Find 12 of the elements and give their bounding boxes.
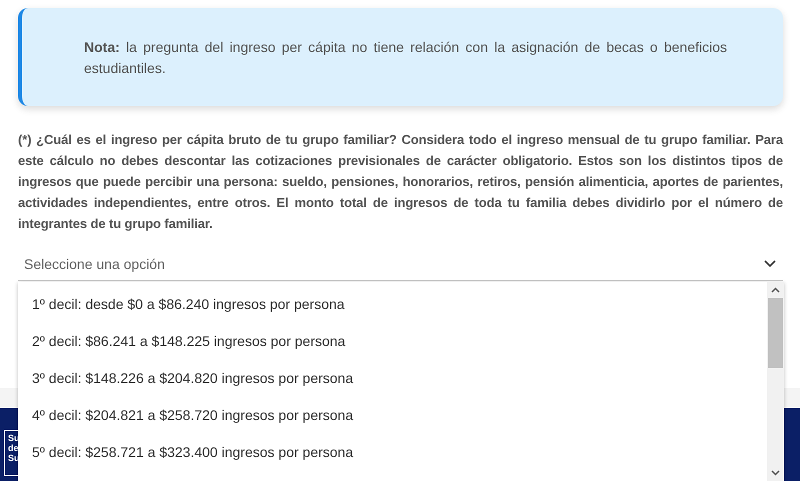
scroll-up-icon[interactable] — [771, 287, 780, 293]
dropdown-option[interactable]: 4º decil: $204.821 a $258.720 ingresos por persona — [18, 396, 767, 433]
chevron-down-icon — [763, 259, 777, 269]
note-text: Nota: la pregunta del ingreso per cápita no tiene relación con la asignación de becas o beneficios estudiantiles. — [84, 38, 727, 78]
question-text: (*) ¿Cuál es el ingreso per cápita bruto de tu grupo familiar? Considera todo el ingreso mensual de tu grupo familiar. Para este cálculo no debes descontar las cotizaciones previsionales de carácter obligatorio. Estos son los distintos tipos de ingresos que puede percibir una persona: sueldo, pensiones, honorarios, retiros, pensión alimenticia, aportes de parientes, actividades independientes, entre otros. El monto total de ingresos de toda tu familia debes dividirlo por el número de integrantes de tu grupo familiar. — [18, 131, 783, 233]
scrollbar-thumb[interactable] — [768, 298, 783, 368]
dropdown-option[interactable]: 3º decil: $148.226 a $204.820 ingresos por persona — [18, 359, 767, 396]
scrollbar[interactable] — [767, 282, 784, 481]
scroll-down-icon[interactable] — [771, 470, 780, 476]
dropdown-option[interactable]: 2º decil: $86.241 a $148.225 ingresos por persona — [18, 322, 767, 359]
dropdown-option[interactable]: 1º decil: desde $0 a $86.240 ingresos por persona — [18, 285, 767, 322]
select-field[interactable]: Seleccione una opción — [18, 248, 783, 281]
